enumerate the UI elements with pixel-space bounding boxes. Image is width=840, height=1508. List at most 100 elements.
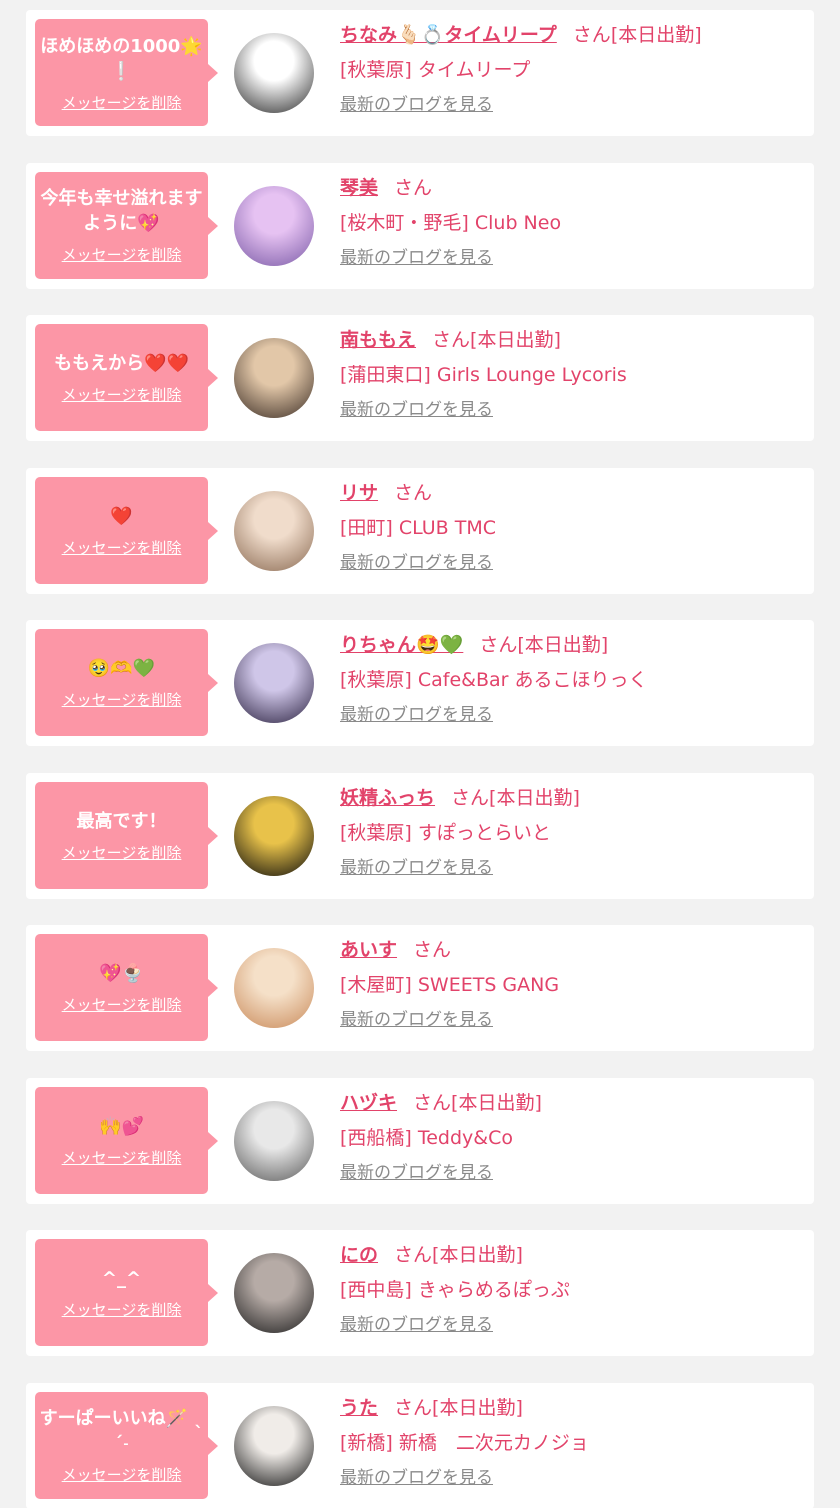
message-card: ほめほめの1000🌟❕ メッセージを削除 ちなみ🫰🏻💍タイムリープ さん[本日出勤… <box>26 10 814 136</box>
shop-label: [秋葉原] すぽっとらいと <box>340 821 551 844</box>
message-bubble: 🥹🫶💚 メッセージを削除 <box>35 629 218 736</box>
cast-name-link[interactable]: 妖精ふっち <box>340 787 435 809</box>
delete-message-link[interactable]: メッセージを削除 <box>62 996 182 1014</box>
name-line: 南ももえ さん[本日出勤] <box>340 325 805 355</box>
message-text: ももえから❤️❤️ <box>54 353 189 374</box>
honorific-label: さん <box>479 634 518 656</box>
cast-name-link[interactable]: リサ <box>340 482 378 504</box>
name-line: ハヅキ さん[本日出勤] <box>340 1088 805 1118</box>
message-text: ほめほめの1000🌟❕ <box>40 35 203 82</box>
avatar[interactable] <box>234 338 314 418</box>
message-card: 今年も幸せ溢れますように💖 メッセージを削除 琴美 さん [桜木町・野毛] Clu… <box>26 162 814 289</box>
avatar[interactable] <box>234 490 314 571</box>
shop-label: [西船橋] Teddy&Co <box>340 1126 514 1149</box>
cast-info: 南ももえ さん[本日出勤] [蒲田東口] Girls Lounge Lycoris… <box>340 325 805 422</box>
latest-blog-link[interactable]: 最新のブログを見る <box>340 551 493 575</box>
delete-message-link[interactable]: メッセージを削除 <box>62 1301 182 1319</box>
delete-message-link[interactable]: メッセージを削除 <box>62 1466 182 1484</box>
latest-blog-link[interactable]: 最新のブログを見る <box>340 1313 493 1337</box>
delete-message-link[interactable]: メッセージを削除 <box>62 844 182 862</box>
honorific-label: さん <box>394 1244 433 1266</box>
message-text: 今年も幸せ溢れますように💖 <box>40 188 203 234</box>
name-line: ちなみ🫰🏻💍タイムリープ さん[本日出勤] <box>340 20 805 50</box>
cast-info: あいす さん [木屋町] SWEETS GANG 最新のブログを見る <box>340 935 805 1032</box>
cast-name-link[interactable]: 琴美 <box>340 177 378 199</box>
delete-message-link[interactable]: メッセージを削除 <box>62 386 182 404</box>
attendance-badge: [本日出勤] <box>489 786 580 809</box>
message-card: 🥹🫶💚 メッセージを削除 りちゃん🤩💚 さん[本日出勤] [秋葉原] Cafe&B… <box>26 620 814 746</box>
avatar[interactable] <box>234 185 314 266</box>
cast-info: りちゃん🤩💚 さん[本日出勤] [秋葉原] Cafe&Bar あるこほりっく 最新… <box>340 630 805 727</box>
avatar[interactable] <box>234 1405 314 1486</box>
delete-message-link[interactable]: メッセージを削除 <box>62 691 182 709</box>
avatar[interactable] <box>234 643 314 723</box>
message-card: ❤️ メッセージを削除 リサ さん [田町] CLUB TMC 最新のブログを見る <box>26 467 814 594</box>
latest-blog-link[interactable]: 最新のブログを見る <box>340 93 493 117</box>
name-line: リサ さん <box>340 478 805 508</box>
avatar[interactable] <box>234 1100 314 1181</box>
attendance-badge: [本日出勤] <box>610 24 702 46</box>
message-card: ^_^ メッセージを削除 にの さん[本日出勤] [西中島] きゃらめるぽっぷ 最… <box>26 1230 814 1356</box>
attendance-badge: [本日出勤] <box>432 1396 523 1419</box>
attendance-badge: [本日出勤] <box>517 634 609 656</box>
message-bubble: 💖🍨 メッセージを削除 <box>35 934 218 1041</box>
avatar[interactable] <box>234 33 314 113</box>
latest-blog-link[interactable]: 最新のブログを見る <box>340 246 493 270</box>
honorific-label: さん <box>394 1396 433 1419</box>
honorific-label: さん <box>413 1091 452 1114</box>
message-bubble: すーぱーいいね🪄 ˎˊ˗ メッセージを削除 <box>35 1391 218 1499</box>
shop-label: [西中島] きゃらめるぽっぷ <box>340 1279 570 1301</box>
message-text: ❤️ <box>110 505 133 527</box>
latest-blog-link[interactable]: 最新のブログを見る <box>340 1161 493 1185</box>
name-line: あいす さん <box>340 935 805 965</box>
message-text: すーぱーいいね🪄 ˎˊ˗ <box>39 1408 204 1454</box>
avatar[interactable] <box>234 1253 314 1333</box>
latest-blog-link[interactable]: 最新のブログを見る <box>340 856 493 880</box>
shop-label: [秋葉原] タイムリープ <box>340 59 531 81</box>
shop-label: [桜木町・野毛] Club Neo <box>340 211 562 234</box>
delete-message-link[interactable]: メッセージを削除 <box>62 94 182 112</box>
message-text: 💖🍨 <box>99 963 144 984</box>
attendance-badge: [本日出勤] <box>451 1091 542 1114</box>
delete-message-link[interactable]: メッセージを削除 <box>62 539 182 557</box>
cast-name-link[interactable]: うた <box>340 1397 378 1419</box>
name-line: 琴美 さん <box>340 173 805 203</box>
cast-name-link[interactable]: 南ももえ <box>340 329 416 351</box>
message-bubble: ももえから❤️❤️ メッセージを削除 <box>35 324 218 431</box>
message-bubble: ❤️ メッセージを削除 <box>35 476 218 584</box>
shop-label: [秋葉原] Cafe&Bar あるこほりっく <box>340 669 648 691</box>
cast-info: にの さん[本日出勤] [西中島] きゃらめるぽっぷ 最新のブログを見る <box>340 1240 805 1337</box>
shop-label: [蒲田東口] Girls Lounge Lycoris <box>340 364 627 386</box>
latest-blog-link[interactable]: 最新のブログを見る <box>340 1008 493 1032</box>
latest-blog-link[interactable]: 最新のブログを見る <box>340 703 493 727</box>
cast-name-link[interactable]: ちなみ🫰🏻💍タイムリープ <box>340 24 557 46</box>
attendance-badge: [本日出勤] <box>470 329 561 351</box>
shop-label: [新橋] 新橋 二次元カノジョ <box>340 1431 589 1454</box>
name-line: うた さん[本日出勤] <box>340 1393 805 1423</box>
delete-message-link[interactable]: メッセージを削除 <box>62 1149 182 1167</box>
name-line: りちゃん🤩💚 さん[本日出勤] <box>340 630 805 660</box>
cast-info: うた さん[本日出勤] [新橋] 新橋 二次元カノジョ 最新のブログを見る <box>340 1393 805 1490</box>
delete-message-link[interactable]: メッセージを削除 <box>62 246 182 264</box>
latest-blog-link[interactable]: 最新のブログを見る <box>340 1466 493 1490</box>
shop-label: [木屋町] SWEETS GANG <box>340 974 560 996</box>
honorific-label: さん <box>572 24 611 46</box>
cast-name-link[interactable]: りちゃん🤩💚 <box>340 634 463 656</box>
cast-name-link[interactable]: ハヅキ <box>340 1092 397 1114</box>
message-text: 最高です！ <box>76 810 167 832</box>
message-bubble: ^_^ メッセージを削除 <box>35 1239 218 1346</box>
message-bubble: 🙌💕 メッセージを削除 <box>35 1086 218 1194</box>
cast-name-link[interactable]: あいす <box>340 939 397 961</box>
honorific-label: さん <box>413 939 452 961</box>
message-bubble: 最高です！ メッセージを削除 <box>35 781 218 889</box>
message-text: 🙌💕 <box>99 1115 144 1137</box>
honorific-label: さん <box>394 176 433 199</box>
message-list: ほめほめの1000🌟❕ メッセージを削除 ちなみ🫰🏻💍タイムリープ さん[本日出勤… <box>0 0 840 1508</box>
cast-info: ちなみ🫰🏻💍タイムリープ さん[本日出勤] [秋葉原] タイムリープ 最新のブログ… <box>340 20 805 117</box>
avatar[interactable] <box>234 795 314 876</box>
name-line: 妖精ふっち さん[本日出勤] <box>340 783 805 813</box>
latest-blog-link[interactable]: 最新のブログを見る <box>340 398 493 422</box>
cast-name-link[interactable]: にの <box>340 1244 378 1266</box>
avatar[interactable] <box>234 948 314 1028</box>
name-line: にの さん[本日出勤] <box>340 1240 805 1270</box>
